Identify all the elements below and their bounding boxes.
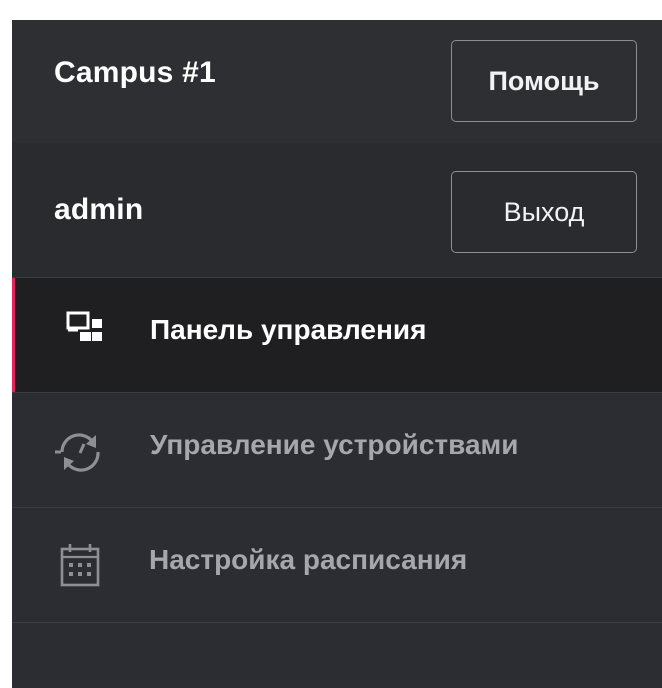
site-name: Campus #1 — [54, 56, 216, 89]
help-button[interactable]: Помощь — [451, 40, 637, 122]
sidebar-item-label: Настройка расписания — [149, 544, 468, 575]
device-sync-icon — [52, 426, 108, 476]
dashboard-icon — [66, 311, 122, 361]
sidebar-item-dashboard[interactable]: Панель управления — [12, 278, 662, 393]
calendar-icon — [52, 541, 108, 591]
sidebar-item-label: Управление устройствами — [150, 429, 519, 460]
sidebar-panel: Campus #1 Помощь admin Выход Панель упра… — [12, 20, 662, 688]
logout-button[interactable]: Выход — [451, 171, 637, 253]
site-header: Campus #1 Помощь — [12, 20, 662, 143]
user-name: admin — [54, 193, 144, 226]
sidebar-item-devices[interactable]: Управление устройствами — [12, 393, 662, 508]
sidebar-item-label: Панель управления — [150, 314, 427, 345]
user-header: admin Выход — [12, 143, 662, 278]
sidebar-item-schedule[interactable]: Настройка расписания — [12, 508, 662, 623]
